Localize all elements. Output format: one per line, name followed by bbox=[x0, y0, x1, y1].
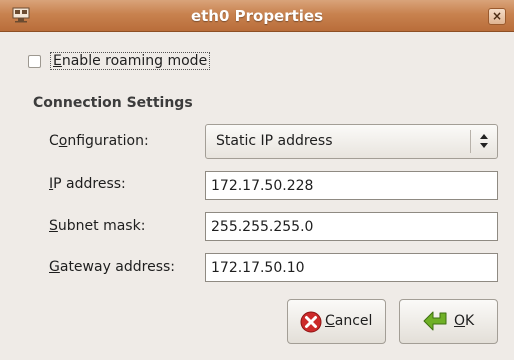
subnet-mask-label: Subnet mask: bbox=[49, 218, 146, 234]
configuration-label: Configuration: bbox=[49, 133, 149, 149]
enable-roaming-checkbox[interactable] bbox=[28, 55, 41, 68]
ip-address-input[interactable] bbox=[206, 173, 486, 198]
enable-roaming-label[interactable]: Enable roaming mode bbox=[50, 52, 211, 70]
ok-icon bbox=[423, 311, 447, 331]
cancel-icon bbox=[300, 311, 322, 333]
window-title: eth0 Properties bbox=[190, 7, 324, 25]
close-button[interactable]: × bbox=[488, 8, 506, 25]
gateway-address-label: Gateway address: bbox=[49, 259, 176, 275]
ok-button[interactable]: OK bbox=[399, 299, 498, 344]
title-bar[interactable]: eth0 Properties × bbox=[0, 0, 514, 32]
ip-address-field-frame[interactable] bbox=[205, 171, 498, 200]
ok-label: OK bbox=[454, 313, 475, 329]
combo-separator bbox=[470, 130, 471, 153]
configuration-select[interactable]: Static IP address bbox=[205, 124, 498, 159]
subnet-mask-field-frame[interactable] bbox=[205, 212, 498, 241]
connection-settings-heading: Connection Settings bbox=[33, 95, 193, 111]
ip-address-label: IP address: bbox=[49, 176, 126, 192]
gateway-address-input[interactable] bbox=[206, 255, 486, 280]
gateway-address-field-frame[interactable] bbox=[205, 253, 498, 282]
close-icon: × bbox=[491, 9, 503, 23]
configuration-value: Static IP address bbox=[216, 133, 333, 149]
properties-dialog: eth0 Properties × Enable roaming mode Co… bbox=[0, 0, 514, 360]
cancel-label: Cancel bbox=[325, 313, 373, 329]
subnet-mask-input[interactable] bbox=[206, 214, 486, 239]
cancel-button[interactable]: Cancel bbox=[287, 299, 386, 344]
updown-arrows-icon bbox=[480, 134, 488, 148]
